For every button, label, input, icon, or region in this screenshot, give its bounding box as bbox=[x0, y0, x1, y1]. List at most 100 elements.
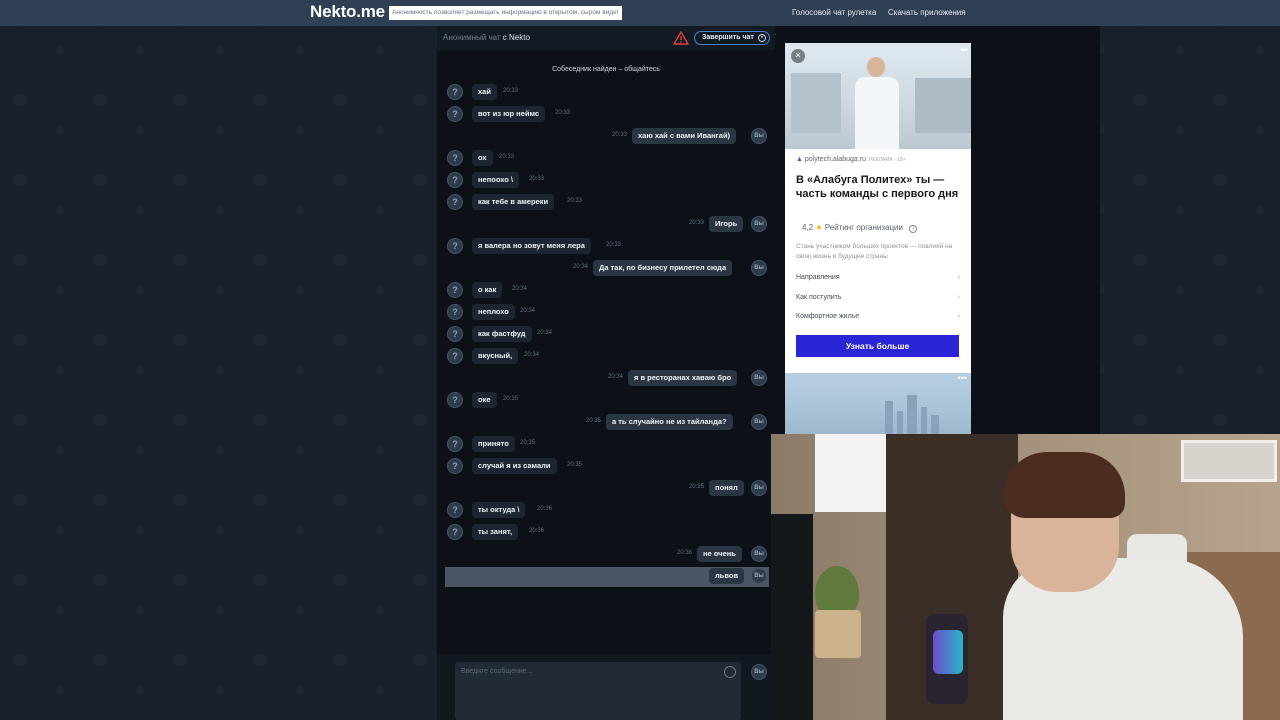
message-input[interactable]: Введите сообщение... bbox=[455, 662, 741, 720]
stranger-avatar-icon: ? bbox=[447, 502, 463, 518]
message-time: 20:35 bbox=[586, 418, 602, 424]
incoming-message: ? как тебе в амереки 20:33 bbox=[437, 193, 775, 211]
message-bubble[interactable]: случай я из самали bbox=[472, 458, 557, 474]
message-time: 20:35 bbox=[567, 462, 583, 468]
my-avatar: Вы bbox=[751, 568, 767, 584]
my-avatar: Вы bbox=[751, 664, 767, 680]
ad-image-person bbox=[855, 57, 899, 149]
incoming-message: ? принято 20:35 bbox=[437, 435, 775, 453]
nav-link-download-apps[interactable]: Скачать приложения bbox=[888, 8, 966, 17]
message-bubble[interactable]: как фастфуд bbox=[472, 326, 532, 342]
incoming-message: ? вкусный, 20:34 bbox=[437, 347, 775, 365]
ad-link-housing[interactable]: Комфортное жилье › bbox=[796, 313, 960, 320]
message-bubble[interactable]: непоохо \ bbox=[472, 172, 519, 188]
ad-link-how-to-apply[interactable]: Как поступить › bbox=[796, 294, 960, 301]
incoming-message: ? вот из юр неймс 20:33 bbox=[437, 105, 775, 123]
ad-image: ✕ ••• bbox=[785, 43, 971, 149]
stranger-avatar-icon: ? bbox=[447, 458, 463, 474]
message-time: 20:35 bbox=[689, 484, 705, 490]
ad-site: ▲ polytech.alabuga.ru РЕКЛАМА · 18+ bbox=[796, 156, 906, 163]
message-input-placeholder: Введите сообщение... bbox=[461, 668, 533, 675]
stranger-avatar-icon: ? bbox=[447, 392, 463, 408]
message-bubble[interactable]: а ть случайно не из тайланда? bbox=[606, 414, 733, 430]
incoming-message: ? ты октуда \ 20:36 bbox=[437, 501, 775, 519]
message-bubble[interactable]: львов bbox=[709, 568, 745, 584]
message-bubble[interactable]: понял bbox=[709, 480, 744, 496]
chevron-right-icon: › bbox=[957, 294, 960, 301]
message-bubble[interactable]: вкусный, bbox=[472, 348, 519, 364]
ad-image-lab-left bbox=[791, 73, 841, 133]
ad-description: Стань участником больших проектов — повл… bbox=[796, 243, 953, 260]
stranger-avatar-icon: ? bbox=[447, 524, 463, 540]
message-bubble[interactable]: я в ресторанах хаваю бро bbox=[628, 370, 738, 386]
more-options-icon[interactable]: ••• bbox=[961, 45, 969, 55]
ad-tag: РЕКЛАМА · 18+ bbox=[869, 157, 906, 163]
monitor bbox=[771, 514, 813, 720]
message-bubble[interactable]: принято bbox=[472, 436, 515, 452]
ad-title[interactable]: В «Алабуга Политех» ты — часть команды с… bbox=[796, 173, 964, 201]
close-icon: × bbox=[758, 34, 766, 42]
info-icon[interactable]: i bbox=[909, 225, 918, 233]
ad-link-directions[interactable]: Направления › bbox=[796, 274, 960, 281]
ad-image-lab-right bbox=[915, 78, 971, 133]
incoming-message: ? случай я из самали 20:35 bbox=[437, 457, 775, 475]
more-options-icon[interactable]: ••• bbox=[958, 373, 967, 383]
message-bubble[interactable]: ты занят, bbox=[472, 524, 519, 540]
outgoing-message: Вы а ть случайно не из тайланда? 20:35 bbox=[437, 413, 775, 431]
incoming-message: ? о как 20:34 bbox=[437, 281, 775, 299]
whiteboard bbox=[815, 434, 887, 512]
star-icon: ★ bbox=[815, 223, 823, 232]
nav-link-voice-roulette[interactable]: Голосовой чат рулетка bbox=[792, 8, 876, 17]
message-bubble[interactable]: о как bbox=[472, 282, 503, 298]
message-time: 20:33 bbox=[606, 242, 622, 248]
message-bubble[interactable]: Игорь bbox=[709, 216, 744, 232]
outgoing-message: Вы хаю хай с вами Ивангай) 20:33 bbox=[437, 127, 775, 145]
message-bubble[interactable]: неплохо bbox=[472, 304, 515, 320]
stranger-avatar-icon: ? bbox=[447, 436, 463, 452]
message-bubble[interactable]: хаю хай с вами Ивангай) bbox=[632, 128, 737, 144]
outgoing-message: Вы не очень 20:36 bbox=[437, 545, 775, 563]
message-bubble[interactable]: оке bbox=[472, 392, 497, 408]
chevron-right-icon: › bbox=[957, 274, 960, 281]
learn-more-button[interactable]: Узнать больше bbox=[796, 335, 959, 357]
chat-title-prefix: Анонимный чат bbox=[443, 33, 501, 42]
stranger-avatar-icon: ? bbox=[447, 106, 463, 122]
top-navigation-bar: Nekto.me Анонимность позволяет размещать… bbox=[0, 0, 1280, 720]
message-time: 20:36 bbox=[537, 506, 553, 512]
message-time: 20:34 bbox=[608, 374, 624, 380]
stranger-avatar-icon: ? bbox=[447, 172, 463, 188]
message-time: 20:34 bbox=[524, 352, 540, 358]
incoming-message: ? неплохо 20:34 bbox=[437, 303, 775, 321]
message-time: 20:33 bbox=[555, 110, 571, 116]
message-time: 20:33 bbox=[529, 176, 545, 182]
message-time: 20:34 bbox=[537, 330, 553, 336]
rating-value: 4,2 bbox=[802, 223, 814, 232]
incoming-message: ? ох 20:33 bbox=[437, 149, 775, 167]
emoji-icon[interactable] bbox=[724, 666, 736, 678]
outgoing-message: Вы Да так, по бизнесу прилетел сюда 20:34 bbox=[437, 259, 775, 277]
message-time: 20:35 bbox=[520, 440, 536, 446]
report-warning-icon[interactable] bbox=[673, 31, 689, 45]
stranger-avatar-icon: ? bbox=[447, 304, 463, 320]
incoming-message: ? ты занят, 20:36 bbox=[437, 523, 775, 541]
message-bubble[interactable]: я валера но зовут меня лера bbox=[472, 238, 591, 254]
message-bubble[interactable]: как тебе в амереки bbox=[472, 194, 555, 210]
message-bubble[interactable]: ты октуда \ bbox=[472, 502, 526, 518]
anonymity-notice: Анонимность позволяет размещать информац… bbox=[389, 6, 622, 20]
message-bubble[interactable]: не очень bbox=[697, 546, 742, 562]
end-chat-button[interactable]: Завершить чат × bbox=[694, 31, 770, 45]
incoming-message: ? хай 20:33 bbox=[437, 83, 775, 101]
message-time: 20:33 bbox=[567, 198, 583, 204]
my-avatar: Вы bbox=[751, 414, 767, 430]
ad-rating: 4,2 ★ Рейтинг организации i bbox=[802, 223, 918, 233]
message-time: 20:36 bbox=[677, 550, 693, 556]
message-bubble[interactable]: ох bbox=[472, 150, 493, 166]
site-logo[interactable]: Nekto.me bbox=[310, 2, 385, 22]
message-bubble[interactable]: хай bbox=[472, 84, 497, 100]
mute-icon[interactable]: ✕ bbox=[791, 49, 805, 63]
message-bubble[interactable]: вот из юр неймс bbox=[472, 106, 546, 122]
second-ad-image[interactable]: ••• bbox=[785, 373, 971, 435]
advertisement-card[interactable]: ✕ ••• ▲ polytech.alabuga.ru РЕКЛАМА · 18+… bbox=[785, 43, 971, 373]
message-time: 20:33 bbox=[689, 220, 705, 226]
message-bubble[interactable]: Да так, по бизнесу прилетел сюда bbox=[593, 260, 733, 276]
